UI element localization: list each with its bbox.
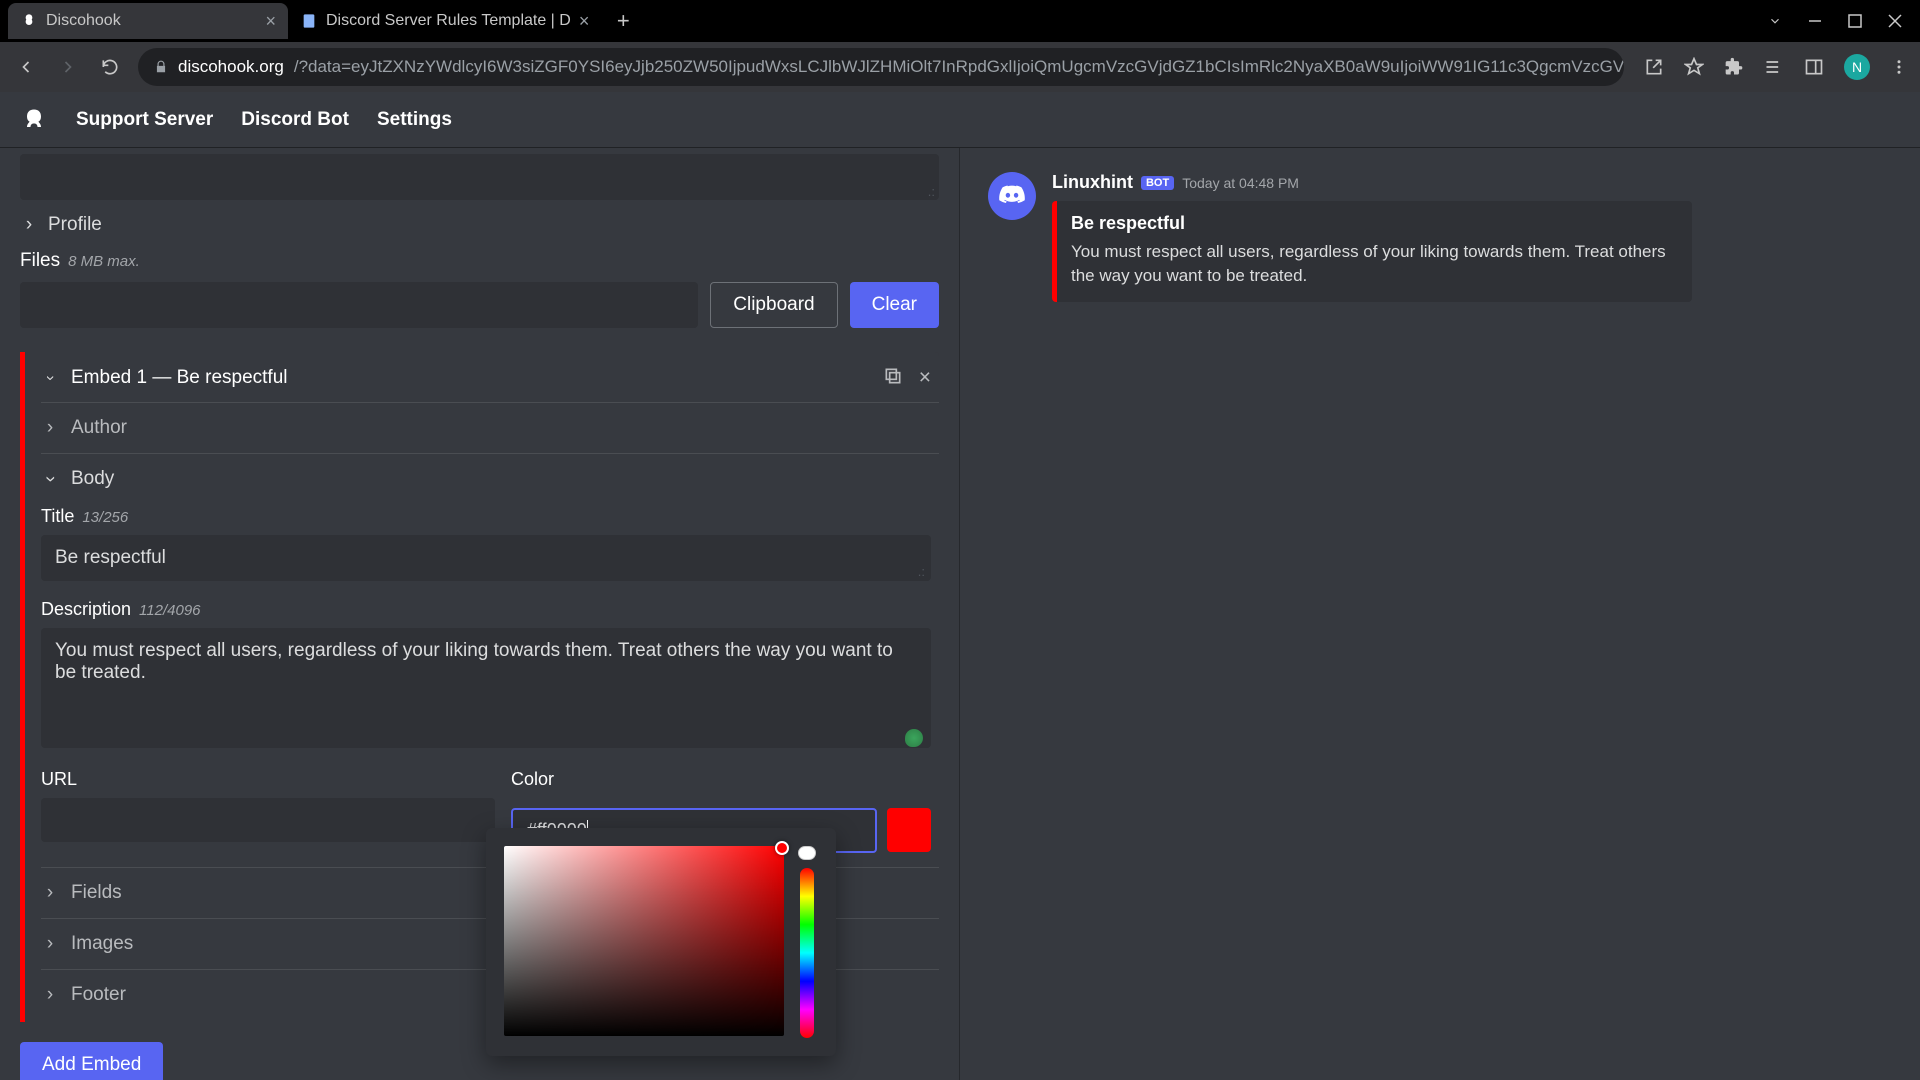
message-preview: Linuxhint BOT Today at 04:48 PM Be respe… [988, 172, 1892, 302]
nav-discord-bot[interactable]: Discord Bot [241, 109, 349, 131]
color-sv-thumb[interactable] [775, 841, 789, 855]
profile-avatar[interactable]: N [1844, 54, 1870, 80]
lock-icon [154, 60, 168, 74]
reload-button[interactable] [96, 53, 124, 81]
hue-slider[interactable] [800, 868, 814, 1038]
chevron-right-icon: › [20, 214, 38, 236]
color-field-label: Color [511, 769, 554, 790]
chevron-right-icon: › [41, 984, 59, 1006]
app-header: Support Server Discord Bot Settings [0, 92, 1920, 148]
browser-tab[interactable]: Discord Server Rules Template | D × [288, 3, 601, 39]
clear-button[interactable]: Clear [850, 282, 939, 328]
tab-title: Discohook [46, 12, 121, 30]
content-input[interactable]: .: [20, 154, 939, 200]
side-panel-icon[interactable] [1804, 57, 1824, 77]
color-swatch[interactable] [887, 808, 931, 852]
preview-embed-description: You must respect all users, regardless o… [1071, 240, 1676, 288]
preview-embed-title: Be respectful [1071, 213, 1676, 234]
file-drop-area[interactable] [20, 282, 698, 328]
body-section-toggle[interactable]: › Body [41, 468, 931, 490]
extensions-icon[interactable] [1724, 57, 1744, 77]
address-bar[interactable]: discohook.org /?data=eyJtZXNzYWdlcyI6W3si… [138, 48, 1624, 86]
resize-grip-icon[interactable]: .: [928, 184, 935, 199]
author-section-toggle[interactable]: › Author [41, 417, 931, 439]
chevron-down-icon[interactable]: › [41, 369, 59, 387]
preview-timestamp: Today at 04:48 PM [1182, 175, 1299, 191]
description-input[interactable] [41, 628, 931, 748]
description-char-count: 112/4096 [139, 602, 200, 619]
description-field-label: Description [41, 599, 131, 620]
tab-favicon [300, 12, 318, 30]
close-icon[interactable]: × [579, 11, 590, 32]
editor-panel: .: › Profile Files 8 MB max. Clipboard C… [0, 148, 960, 1080]
tab-title: Discord Server Rules Template | D [326, 12, 571, 30]
discohook-logo-icon [20, 106, 48, 134]
nav-support-server[interactable]: Support Server [76, 109, 213, 131]
share-icon[interactable] [1644, 57, 1664, 77]
emoji-picker-icon[interactable] [905, 729, 923, 747]
chevron-right-icon: › [41, 882, 59, 904]
profile-section-toggle[interactable]: › Profile [20, 200, 939, 250]
window-close-icon[interactable] [1888, 14, 1902, 28]
images-label: Images [71, 933, 133, 955]
author-label: Author [71, 417, 127, 439]
kebab-menu-icon[interactable] [1890, 58, 1908, 76]
title-char-count: 13/256 [82, 509, 128, 526]
color-picker-popup [486, 828, 836, 1056]
nav-settings[interactable]: Settings [377, 109, 452, 131]
files-hint: 8 MB max. [68, 253, 140, 270]
color-sv-area[interactable] [504, 846, 784, 1036]
add-embed-button[interactable]: Add Embed [20, 1042, 163, 1080]
discord-avatar-icon [988, 172, 1036, 220]
forward-button[interactable] [54, 53, 82, 81]
hue-thumb[interactable] [798, 846, 816, 860]
maximize-icon[interactable] [1848, 14, 1862, 28]
chevron-down-icon[interactable] [1768, 14, 1782, 28]
embed-header-title[interactable]: Embed 1 — Be respectful [71, 367, 288, 389]
title-input[interactable] [41, 535, 931, 581]
url-path: /?data=eyJtZXNzYWdlcyI6W3siZGF0YSI6eyJjb… [294, 57, 1624, 77]
duplicate-icon[interactable] [883, 366, 903, 390]
clipboard-button[interactable]: Clipboard [710, 282, 837, 328]
chevron-right-icon: › [41, 933, 59, 955]
footer-label: Footer [71, 984, 126, 1006]
preview-username: Linuxhint [1052, 172, 1133, 193]
chevron-right-icon: › [41, 417, 59, 439]
back-button[interactable] [12, 53, 40, 81]
browser-toolbar: discohook.org /?data=eyJtZXNzYWdlcyI6W3si… [0, 42, 1920, 92]
title-field-label: Title [41, 506, 74, 527]
minimize-icon[interactable] [1808, 14, 1822, 28]
url-field-label: URL [41, 769, 77, 790]
close-icon[interactable]: × [265, 11, 276, 32]
url-input[interactable] [41, 798, 495, 842]
browser-tab-active[interactable]: Discohook × [8, 3, 288, 39]
remove-embed-icon[interactable]: × [919, 366, 931, 390]
profile-label: Profile [48, 214, 102, 236]
url-domain: discohook.org [178, 57, 284, 77]
resize-grip-icon[interactable]: .: [918, 564, 925, 579]
preview-panel: Linuxhint BOT Today at 04:48 PM Be respe… [960, 148, 1920, 1080]
preview-embed: Be respectful You must respect all users… [1052, 201, 1692, 302]
bot-badge: BOT [1141, 176, 1174, 190]
reading-list-icon[interactable] [1764, 57, 1784, 77]
tab-favicon [20, 12, 38, 30]
body-label: Body [71, 468, 114, 490]
fields-label: Fields [71, 882, 122, 904]
star-icon[interactable] [1684, 57, 1704, 77]
files-label: Files [20, 250, 60, 272]
new-tab-button[interactable]: + [609, 7, 637, 35]
browser-tab-bar: Discohook × Discord Server Rules Templat… [0, 0, 1920, 42]
chevron-down-icon: › [39, 470, 61, 488]
